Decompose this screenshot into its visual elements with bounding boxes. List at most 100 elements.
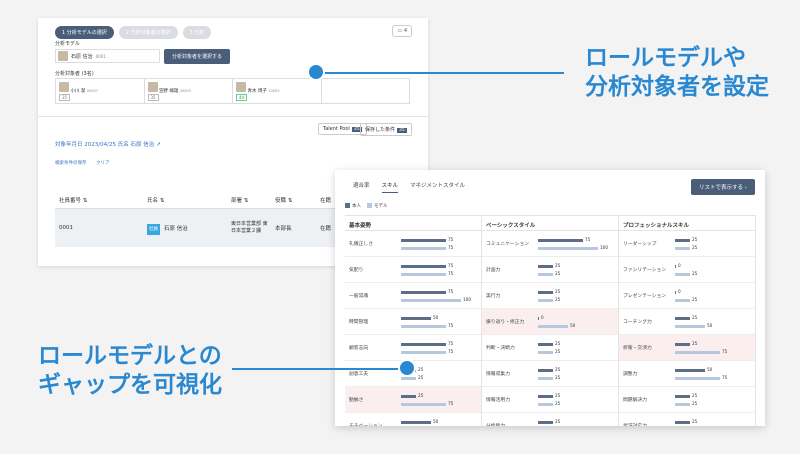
model-id: 0001 (95, 53, 106, 59)
person-bar (675, 290, 676, 294)
model-bar (675, 324, 705, 328)
skill-bars: 25 25 (538, 338, 616, 358)
step-tabs: 1 分析モデルの選択 2 分析対象者の選択 3 分析 (55, 26, 212, 39)
skill-bars: 25 50 (675, 312, 753, 332)
person-bar (538, 420, 553, 424)
select-targets-button[interactable]: 分析対象者を選択する (164, 49, 231, 64)
skill-name: 判断・決断力 (486, 346, 515, 351)
target-item[interactable]: 笠野 颯雄 30003 35 (145, 79, 233, 103)
skill-bars: 25 (538, 416, 616, 427)
targets-label: 分析対象者 (3名) (55, 71, 94, 77)
skill-bars: 25 25 (538, 286, 616, 306)
skill-bars: 75 75 (401, 338, 479, 358)
callout-gap-line2: ギャップを可視化 (38, 372, 222, 398)
person-bar (401, 238, 446, 242)
model-value: 25 (555, 296, 561, 302)
model-value: 75 (448, 322, 454, 328)
model-bar (401, 324, 446, 328)
model-selection[interactable]: 石原 信治 0001 (55, 49, 160, 63)
skill-row: 顧客志向 75 75 (345, 335, 481, 361)
skill-row: 分析能力 25 (482, 413, 618, 427)
target-id: 20007 (86, 89, 98, 93)
header-employee-id[interactable]: 社員番号 ⇅ (55, 196, 143, 204)
model-bar (401, 402, 446, 406)
skill-name: 実行力 (486, 294, 501, 299)
target-item[interactable]: 小川 潔 20007 35 (56, 79, 145, 103)
model-bar (675, 272, 690, 276)
person-value: 0 (678, 262, 681, 268)
skill-name: 情報活用力 (486, 398, 510, 403)
model-bar (401, 376, 416, 380)
person-bar (675, 420, 690, 424)
person-value: 25 (418, 392, 424, 398)
skill-name: コーチング力 (623, 320, 652, 325)
cell-dept: 東日本営業部 東日本営業２課 (231, 221, 268, 234)
callout-setup: ロールモデルや 分析対象者を設定 (585, 44, 769, 102)
model-name: 石原 信治 (71, 53, 93, 60)
skill-bars: 25 25 (538, 390, 616, 410)
sort-icon: ⇅ (82, 197, 88, 204)
target-item[interactable]: 青木 博子 10003 44 (233, 79, 322, 103)
skill-row: 振り返り・修正力 0 50 (482, 309, 618, 335)
skill-name: リーダーシップ (623, 242, 657, 247)
skill-gap-panel: 適合率 スキル マネジメントスタイル リストで表示する › 本人 モデル 基本姿… (335, 170, 765, 426)
model-bar (675, 246, 690, 250)
header-title[interactable]: 役職 ⇅ (271, 196, 316, 204)
clear-link[interactable]: クリア (96, 160, 110, 166)
skill-row: ファシリテーション 0 25 (619, 257, 755, 283)
skill-name: 問題解決力 (623, 398, 647, 403)
skill-row: 気配り 75 75 (345, 257, 481, 283)
skill-name: ファシリテーション (623, 268, 667, 273)
skill-category: 基本姿勢 礼儀正しさ 75 75 気配り 75 75 一般常識 75 100 時間管理 50 75 顧客志… (345, 215, 482, 426)
person-value: 75 (448, 236, 454, 242)
model-value: 25 (692, 296, 698, 302)
person-bar (401, 342, 446, 346)
step-analysis[interactable]: 3 分析 (182, 26, 212, 39)
tab-skill[interactable]: スキル (381, 181, 399, 193)
person-value: 25 (692, 418, 698, 424)
person-bar (675, 394, 690, 398)
callout-dot (307, 63, 325, 81)
header-dept[interactable]: 部署 ⇅ (231, 196, 271, 204)
callout-line (232, 368, 408, 370)
show-list-button[interactable]: リストで表示する › (691, 179, 755, 195)
model-bar (401, 246, 446, 250)
step-select-model[interactable]: 1 分析モデルの選択 (55, 26, 114, 39)
person-bar (401, 264, 446, 268)
target-name: 小川 潔 (70, 89, 86, 94)
skill-bars: 25 75 (675, 338, 753, 358)
skill-row: 一般常識 75 100 (345, 283, 481, 309)
tab-match-rate[interactable]: 適合率 (353, 181, 370, 193)
skill-row: 調整力 50 75 (619, 361, 755, 387)
person-value: 0 (678, 288, 681, 294)
person-bar (538, 264, 553, 268)
saved-conditions-button[interactable]: 保存した条件 35 (360, 123, 412, 136)
person-value: 25 (692, 392, 698, 398)
person-value: 25 (555, 262, 561, 268)
step-select-targets[interactable]: 2 分析対象者の選択 (118, 26, 178, 39)
target-badge: 35 (147, 94, 159, 101)
model-value: 75 (722, 374, 728, 380)
folder-button[interactable]: ▭ 4 (392, 25, 412, 37)
skill-row: 判断・決断力 25 25 (482, 335, 618, 361)
target-name: 青木 博子 (247, 89, 267, 94)
model-bar (538, 376, 553, 380)
skill-bars: 25 25 (538, 260, 616, 280)
legend-model: モデル (367, 203, 388, 209)
target-name: 笠野 颯雄 (158, 89, 179, 94)
person-value: 75 (585, 236, 591, 242)
person-bar (675, 342, 690, 346)
employee-tag: 社員 (147, 224, 160, 235)
chevron-right-icon: › (744, 185, 747, 191)
header-name[interactable]: 氏名 ⇅ (143, 196, 231, 204)
model-value: 25 (692, 270, 698, 276)
filter-link[interactable]: 対象年月日 2023/04/25 氏名 石原 信治 ↗ (55, 140, 161, 148)
skill-bars: 25 25 (675, 234, 753, 254)
search-save-link[interactable]: 検索条件の保存 (55, 160, 87, 166)
tab-management-style[interactable]: マネジメントスタイル (410, 181, 465, 193)
avatar (147, 82, 158, 92)
skill-row: 実行力 25 25 (482, 283, 618, 309)
legend: 本人 モデル (345, 203, 388, 209)
skill-bars: 75 75 (401, 234, 479, 254)
skill-row: プレゼンテーション 0 25 (619, 283, 755, 309)
